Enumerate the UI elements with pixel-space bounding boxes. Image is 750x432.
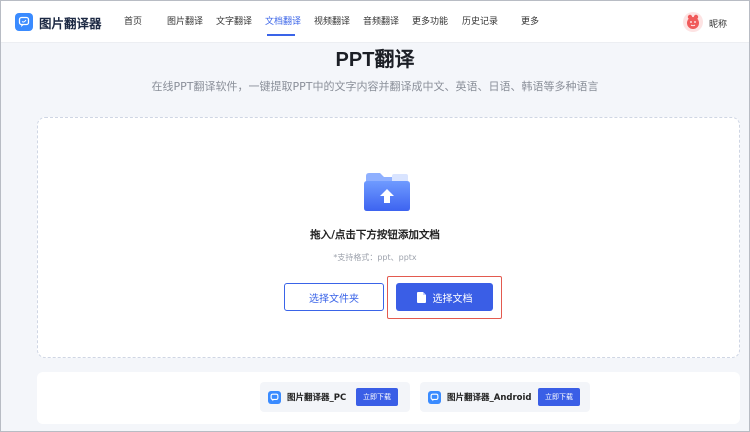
nav-item-doc-translate[interactable]: 文档翻译: [265, 16, 301, 28]
download-name-android: 图片翻译器_Android: [447, 393, 532, 403]
chat-bubble-icon: [428, 390, 441, 404]
folder-upload-icon: [362, 170, 412, 214]
chat-bubble-icon: [268, 390, 281, 404]
download-android-button[interactable]: 立即下载: [538, 388, 580, 406]
download-pc-button[interactable]: 立即下载: [356, 388, 398, 406]
page-title: PPT翻译: [335, 49, 415, 71]
logo[interactable]: 图片翻译器: [15, 12, 102, 32]
user-nickname[interactable]: 昵称: [709, 17, 727, 30]
page-subtitle: 在线PPT翻译软件，一键提取PPT中的文字内容并翻译成中文、英语、日语、韩语等多…: [151, 80, 599, 93]
avatar-icon[interactable]: [683, 12, 703, 32]
chat-bubble-icon: [15, 13, 33, 31]
download-card-android: 图片翻译器_Android 立即下载: [420, 382, 590, 412]
nav-item-history[interactable]: 历史记录: [462, 16, 498, 28]
active-tab-indicator: [267, 34, 295, 36]
select-document-button[interactable]: 选择文档: [396, 283, 493, 311]
upload-hint: 拖入/点击下方按钮添加文档: [310, 229, 440, 241]
logo-text: 图片翻译器: [39, 15, 102, 31]
download-name-pc: 图片翻译器_PC: [287, 393, 347, 403]
top-navbar: 图片翻译器 首页 图片翻译 文字翻译 文档翻译 视频翻译 音频翻译 更多功能 历…: [1, 1, 749, 43]
nav-item-more[interactable]: 更多: [521, 16, 539, 28]
select-folder-button[interactable]: 选择文件夹: [284, 283, 384, 311]
nav-item-more-features[interactable]: 更多功能: [412, 16, 448, 28]
nav-item-image-translate[interactable]: 图片翻译: [167, 16, 203, 28]
document-icon: [416, 291, 426, 303]
nav-item-video-translate[interactable]: 视频翻译: [314, 16, 350, 28]
nav-item-audio-translate[interactable]: 音频翻译: [363, 16, 399, 28]
nav-item-text-translate[interactable]: 文字翻译: [216, 16, 252, 28]
download-card-pc: 图片翻译器_PC 立即下载: [260, 382, 410, 412]
supported-formats: *支持格式：ppt、pptx: [333, 253, 417, 262]
nav-item-home[interactable]: 首页: [124, 16, 142, 28]
select-document-label: 选择文档: [432, 293, 473, 305]
